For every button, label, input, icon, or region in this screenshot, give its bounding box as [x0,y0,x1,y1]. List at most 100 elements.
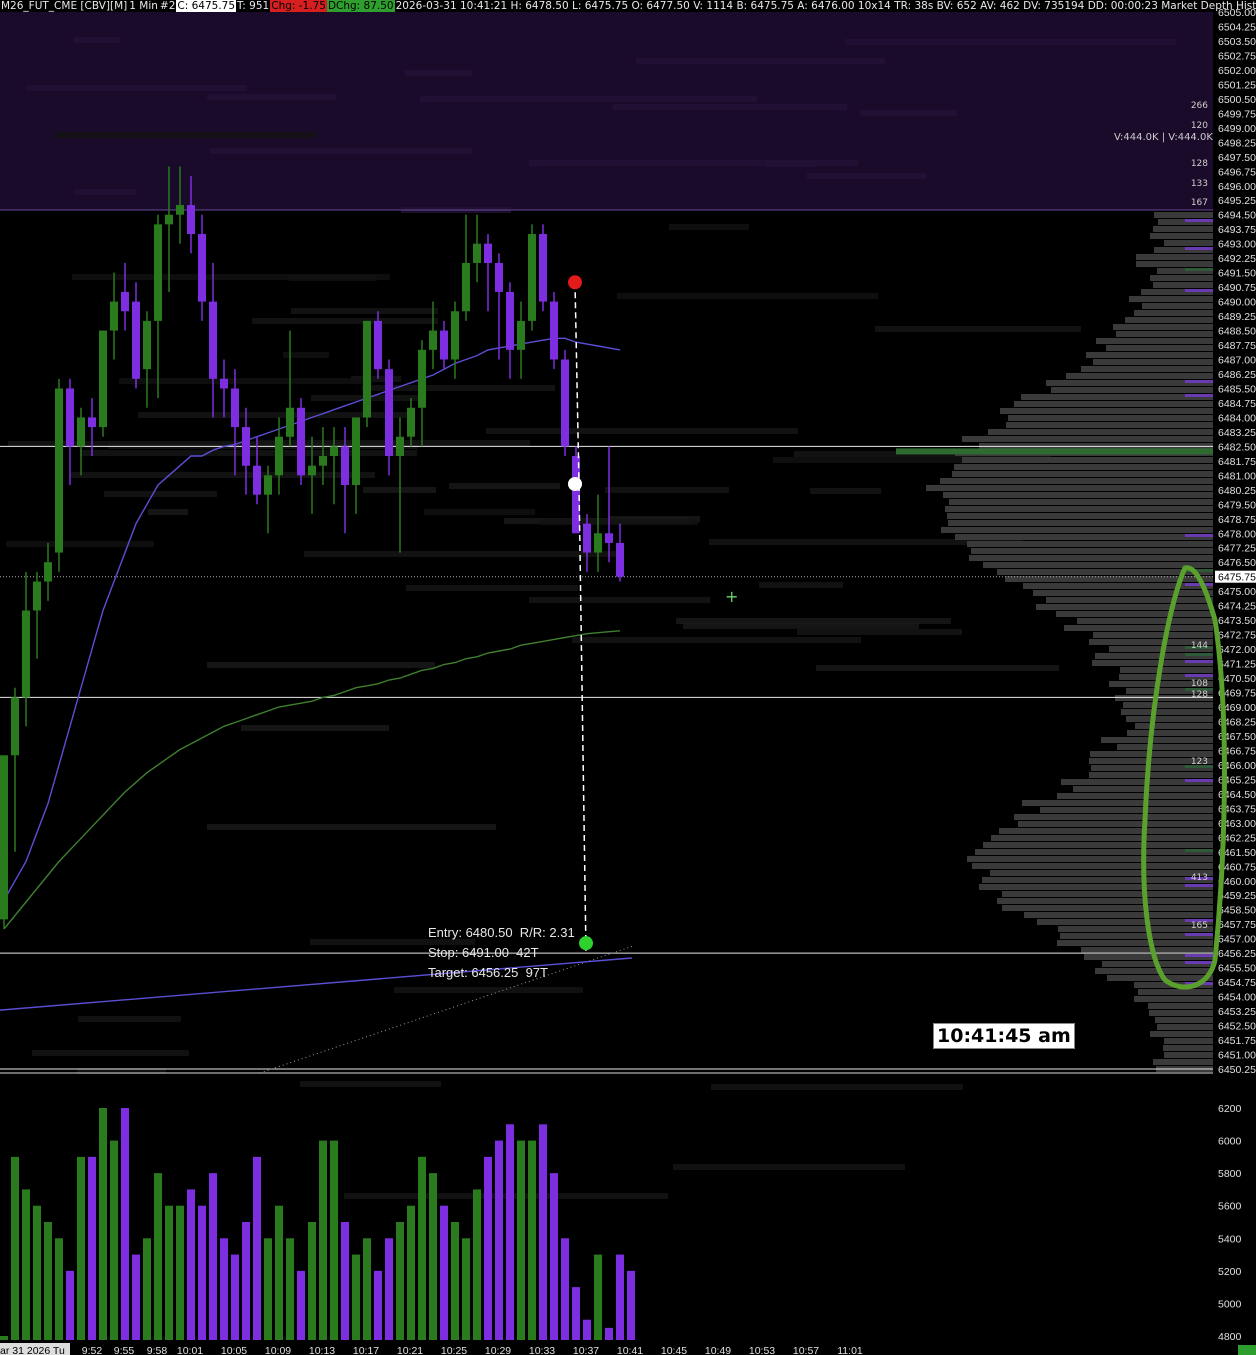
price-tick-label: 6499.00 [1218,123,1256,135]
depth-band [845,39,1176,45]
candle-body [429,330,437,350]
price-tick-label: 6488.50 [1218,326,1256,338]
profile-bar [1121,709,1213,715]
depth-band [572,637,861,643]
candle-body [495,262,503,292]
volume-bar [231,1254,239,1340]
profile-accent [1185,394,1213,397]
header-close: C: 6475.75 [176,0,237,12]
depth-band [669,224,749,230]
profile-bar [979,884,1213,890]
profile-bar [1024,912,1213,918]
depth-band [420,96,757,102]
profile-count-label: 165 [1191,921,1208,931]
profile-bar [1022,800,1213,806]
volume-bar [297,1270,305,1340]
time-tick-label: 10:25 [441,1345,467,1355]
profile-bar [1136,254,1213,260]
depth-band [486,428,798,434]
price-tick-label: 6480.25 [1218,485,1256,497]
header-details: 2026-03-31 10:41:21 H: 6478.50 L: 6475.7… [395,0,1256,12]
volume-bar [572,1287,580,1340]
depth-band [304,551,623,557]
depth-band [207,662,435,668]
profile-poc [896,448,1213,455]
price-tick-label: 6454.75 [1218,977,1256,989]
volume-bar [484,1156,492,1340]
candle-body [44,562,52,582]
volume-bar [55,1238,63,1340]
depth-band [617,293,878,299]
profile-count-label: 120 [1191,121,1208,131]
price-tick-label: 6481.00 [1218,470,1256,482]
volume-tick-label: 5000 [1218,1298,1242,1310]
header-symbol: M26_FUT_CME [CBV][M] [1,0,128,12]
volume-bar [66,1270,74,1340]
candle-body [275,436,283,476]
depth-band [529,597,710,603]
profile-bar [1073,786,1213,792]
candle-body [154,224,162,321]
profile-bar [1000,408,1213,414]
candle-body [561,359,569,447]
time-tick-label: 11:01 [837,1345,863,1355]
profile-bar [1163,1045,1213,1051]
candle-body [462,262,470,312]
volume-bar [385,1238,393,1340]
profile-bar [940,478,1213,484]
depth-band [711,1084,963,1090]
profile-bar [1089,772,1213,778]
time-tick-label: 10:49 [705,1345,731,1355]
candle-body [11,697,19,756]
profile-bar [1153,226,1213,232]
profile-bar [1057,940,1213,946]
profile-bar [983,842,1213,848]
profile-count-label: 266 [1191,101,1208,111]
candle-body [0,755,8,920]
profile-accent [1185,954,1213,957]
depth-band [797,629,962,635]
candle-body [341,446,349,485]
volume-tick-label: 5600 [1218,1201,1242,1213]
volume-bar [110,1140,118,1340]
volume-bar [253,1156,261,1340]
profile-bar [1101,737,1213,743]
chart-canvas[interactable]: + 6505.006504.256503.506502.756502.00650… [0,0,1256,1355]
depth-band [636,58,885,64]
volume-tick-label: 5200 [1218,1266,1242,1278]
candle-body [231,388,239,428]
candle-body [220,378,228,389]
volume-bar [352,1254,360,1340]
profile-bar [1086,352,1213,358]
volume-bar [33,1205,41,1340]
depth-band [78,1016,181,1022]
profile-bar [990,870,1213,876]
profile-bar [967,541,1213,547]
candle-body [418,349,426,408]
profile-count-label: 413 [1191,873,1208,883]
volume-bar [462,1238,470,1340]
profile-bar [952,471,1213,477]
scale-badge [1238,1345,1256,1355]
profile-bar [1135,723,1213,729]
depth-band [539,519,698,525]
candle-body [605,533,613,543]
volume-bar [407,1205,415,1340]
profile-count-label: 128 [1191,690,1208,700]
volume-bar [506,1124,514,1340]
profile-bar [1040,807,1213,813]
candle-body [187,205,195,235]
profile-bar [988,429,1213,435]
volume-bar [308,1222,316,1340]
profile-accent [1185,660,1213,663]
price-tick-label: 6459.25 [1218,890,1256,902]
price-tick-label: 6452.50 [1218,1021,1256,1033]
depth-band [210,148,472,154]
price-tick-label: 6496.75 [1218,166,1256,178]
profile-bar [991,835,1213,841]
depth-band [289,275,377,281]
time-tick-label: 10:29 [485,1345,511,1355]
volume-bar [363,1238,371,1340]
time-tick-label: 10:05 [221,1345,247,1355]
price-tick-label: 6454.00 [1218,992,1256,1004]
